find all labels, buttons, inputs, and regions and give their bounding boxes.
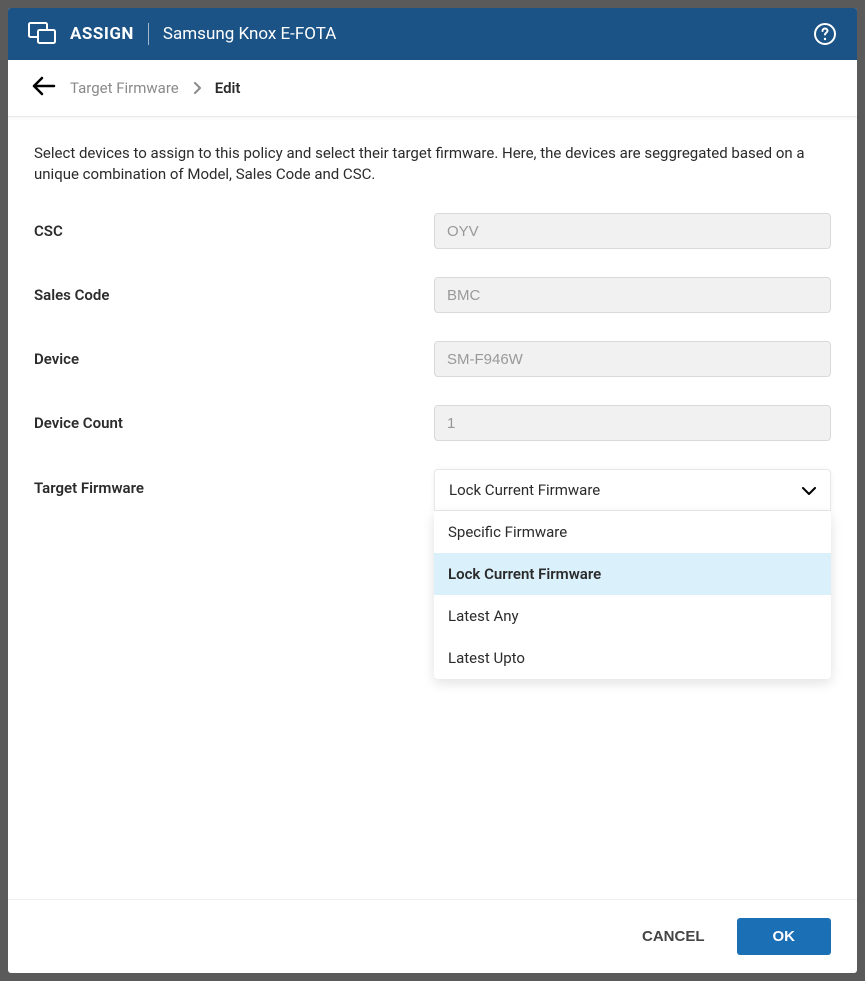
- chevron-down-icon: [802, 481, 816, 499]
- help-icon[interactable]: [813, 22, 837, 46]
- ok-button[interactable]: OK: [737, 918, 832, 955]
- cancel-button[interactable]: CANCEL: [628, 918, 719, 955]
- content-area: Select devices to assign to this policy …: [8, 117, 857, 899]
- header-divider: [148, 23, 149, 45]
- page-description: Select devices to assign to this policy …: [34, 143, 831, 185]
- label-device-count: Device Count: [34, 414, 434, 432]
- back-arrow-icon[interactable]: [32, 76, 56, 100]
- label-device: Device: [34, 350, 434, 368]
- chevron-right-icon: [193, 79, 201, 98]
- breadcrumb-current: Edit: [215, 79, 241, 97]
- csc-input: [434, 213, 831, 249]
- target-firmware-selected-value: Lock Current Firmware: [449, 481, 600, 499]
- target-firmware-select[interactable]: Lock Current Firmware: [434, 469, 831, 511]
- assign-monitor-icon: [28, 22, 56, 46]
- row-device-count: Device Count: [34, 405, 831, 441]
- option-lock-current-firmware[interactable]: Lock Current Firmware: [434, 553, 831, 595]
- device-input: [434, 341, 831, 377]
- modal-footer: CANCEL OK: [8, 899, 857, 973]
- sales-code-input: [434, 277, 831, 313]
- header-subtitle: Samsung Knox E-FOTA: [163, 24, 336, 44]
- breadcrumb-parent[interactable]: Target Firmware: [70, 79, 179, 97]
- row-sales-code: Sales Code: [34, 277, 831, 313]
- option-latest-any[interactable]: Latest Any: [434, 595, 831, 637]
- header-title: ASSIGN: [70, 24, 134, 44]
- device-count-input: [434, 405, 831, 441]
- target-firmware-dropdown: Specific Firmware Lock Current Firmware …: [434, 511, 831, 679]
- assign-modal: ASSIGN Samsung Knox E-FOTA Target Firmwa…: [8, 8, 857, 973]
- label-sales-code: Sales Code: [34, 286, 434, 304]
- row-csc: CSC: [34, 213, 831, 249]
- row-device: Device: [34, 341, 831, 377]
- modal-header: ASSIGN Samsung Knox E-FOTA: [8, 8, 857, 60]
- label-csc: CSC: [34, 222, 434, 240]
- option-specific-firmware[interactable]: Specific Firmware: [434, 511, 831, 553]
- label-target-firmware: Target Firmware: [34, 469, 434, 497]
- breadcrumb: Target Firmware Edit: [8, 60, 857, 117]
- option-latest-upto[interactable]: Latest Upto: [434, 637, 831, 679]
- row-target-firmware: Target Firmware Lock Current Firmware Sp…: [34, 469, 831, 511]
